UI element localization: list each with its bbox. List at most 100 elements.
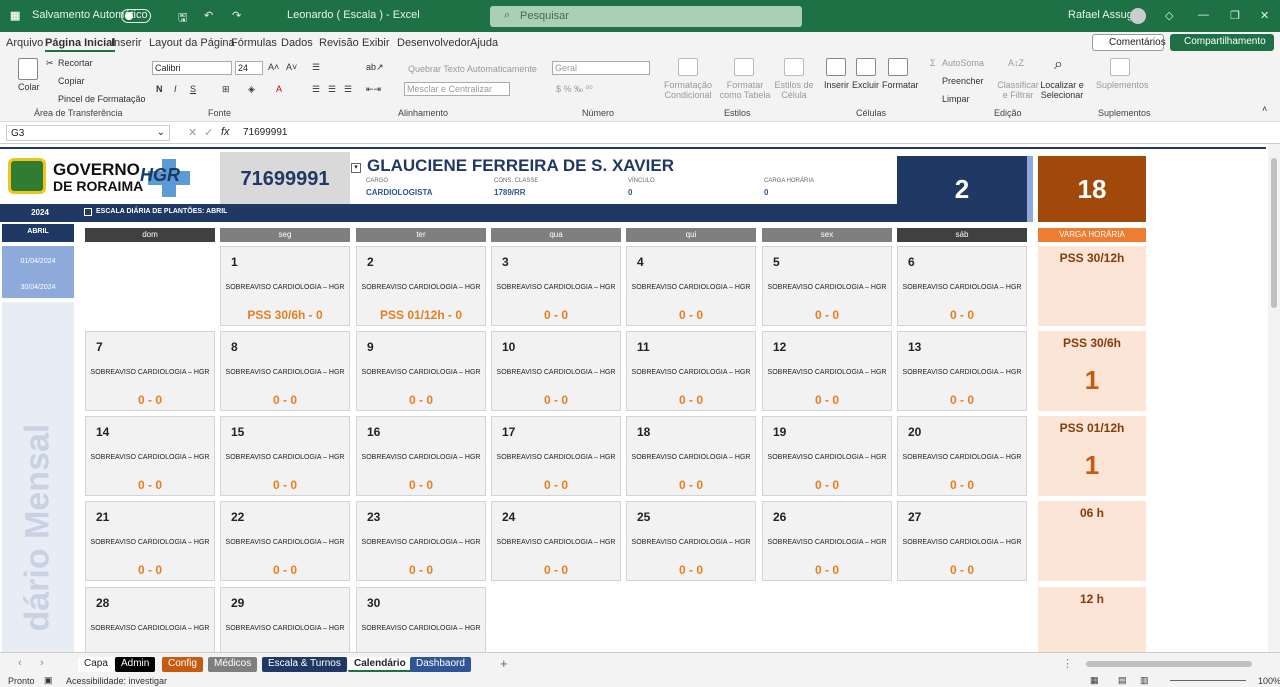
cancel-icon[interactable]: ✕ [188,126,197,139]
wrap-text-button[interactable]: Quebrar Texto Automaticamente [408,64,537,74]
calendar-day-cell[interactable]: 24 SOBREAVISO CARDIOLOGIA – HGR 0 - 0 [491,501,621,581]
undo-icon[interactable]: ↶ [204,9,213,22]
calendar-day-cell[interactable]: 7 SOBREAVISO CARDIOLOGIA – HGR 0 - 0 [85,331,215,411]
menu-arquivo[interactable]: Arquivo [6,37,43,49]
sort-filter-button[interactable]: Classificar e Filtrar [996,80,1040,100]
calendar-day-cell[interactable]: 13 SOBREAVISO CARDIOLOGIA – HGR 0 - 0 [897,331,1027,411]
zoom-slider[interactable] [1170,680,1246,681]
sheet-tab[interactable]: Médicos [208,657,258,672]
copy-button[interactable]: Copiar [58,76,85,86]
calendar-day-cell[interactable]: 29 SOBREAVISO CARDIOLOGIA – HGR [220,587,350,652]
next-sheet-icon[interactable]: › [40,657,44,669]
add-sheet-icon[interactable]: + [500,656,508,671]
conditional-format-button[interactable]: Formatação Condicional [662,80,714,100]
format-cells-button[interactable]: Formatar [882,80,919,90]
worksheet[interactable]: GOVERNO DE RORAIMA HGR 71699991 ▾ GLAUCI… [0,144,1268,652]
fill-color-icon[interactable]: ◈ [248,84,255,95]
sheet-tab[interactable]: Escala & Turnos [262,657,347,672]
dropdown-arrow-icon[interactable]: ▾ [351,163,361,173]
more-options-icon[interactable]: ⋮ [1062,657,1073,670]
cut-button[interactable]: Recortar [58,58,93,68]
calendar-day-cell[interactable]: 12 SOBREAVISO CARDIOLOGIA – HGR 0 - 0 [762,331,892,411]
calendar-day-cell[interactable]: 10 SOBREAVISO CARDIOLOGIA – HGR 0 - 0 [491,331,621,411]
calendar-day-cell[interactable]: 5 SOBREAVISO CARDIOLOGIA – HGR 0 - 0 [762,246,892,326]
zoom-level[interactable]: 100% [1258,676,1280,686]
insert-cells-button[interactable]: Inserir [824,80,849,90]
sheet-tab[interactable]: Calendário [348,657,412,672]
conditional-format-icon[interactable] [678,58,698,76]
align-right-icon[interactable]: ☰ [344,84,352,95]
menu-pagina-inicial[interactable]: Página Inicial [45,37,116,52]
merge-center-button[interactable]: Mesclar e Centralizar [404,82,510,96]
align-top-icon[interactable]: ☰ [312,62,320,73]
align-left-icon[interactable]: ☰ [312,84,320,95]
calendar-day-cell[interactable]: 20 SOBREAVISO CARDIOLOGIA – HGR 0 - 0 [897,416,1027,496]
prev-sheet-icon[interactable]: ‹ [18,657,22,669]
cell-styles-icon[interactable] [784,58,804,76]
menu-dados[interactable]: Dados [281,37,313,49]
format-painter-button[interactable]: Pincel de Formatação [58,94,146,104]
italic-icon[interactable]: I [174,84,177,94]
clear-button[interactable]: Limpar [942,94,970,104]
sheet-tab[interactable]: Config [162,657,203,672]
horizontal-scrollbar[interactable] [1086,661,1252,667]
normal-view-icon[interactable]: ▦ [1090,675,1099,686]
font-size-select[interactable]: 24 [235,61,263,75]
shrink-font-icon[interactable]: A˅ [286,62,297,72]
menu-ajuda[interactable]: Ajuda [470,37,498,49]
calendar-day-cell[interactable]: 9 SOBREAVISO CARDIOLOGIA – HGR 0 - 0 [356,331,486,411]
calendar-day-cell[interactable]: 25 SOBREAVISO CARDIOLOGIA – HGR 0 - 0 [626,501,756,581]
addins-button[interactable]: Suplementos [1096,80,1149,90]
sigma-icon[interactable]: Σ [930,58,936,68]
calendar-day-cell[interactable]: 2 SOBREAVISO CARDIOLOGIA – HGR PSS 01/12h … [356,246,486,326]
borders-icon[interactable]: ⊞ [222,84,230,95]
addins-icon[interactable] [1110,58,1130,76]
calendar-day-cell[interactable]: 4 SOBREAVISO CARDIOLOGIA – HGR 0 - 0 [626,246,756,326]
formula-input[interactable]: 71699991 [243,127,288,138]
calendar-day-cell[interactable]: 15 SOBREAVISO CARDIOLOGIA – HGR 0 - 0 [220,416,350,496]
calendar-day-cell[interactable]: 28 SOBREAVISO CARDIOLOGIA – HGR [85,587,215,652]
vertical-scrollbar[interactable] [1268,144,1280,652]
menu-layout[interactable]: Layout da Página [149,37,235,49]
calendar-day-cell[interactable]: 1 SOBREAVISO CARDIOLOGIA – HGR PSS 30/6h -… [220,246,350,326]
delete-cells-button[interactable]: Excluir [852,80,879,90]
calendar-day-cell[interactable]: 23 SOBREAVISO CARDIOLOGIA – HGR 0 - 0 [356,501,486,581]
orientation-icon[interactable]: ab↗ [366,62,384,73]
calendar-day-cell[interactable]: 11 SOBREAVISO CARDIOLOGIA – HGR 0 - 0 [626,331,756,411]
scroll-thumb[interactable] [1271,158,1277,308]
align-center-icon[interactable]: ☰ [328,84,336,95]
menu-formulas[interactable]: Fórmulas [231,37,277,49]
calendar-day-cell[interactable]: 30 SOBREAVISO CARDIOLOGIA – HGR [356,587,486,652]
redo-icon[interactable]: ↷ [232,9,241,22]
currency-icon[interactable]: $ % ‰ ⁰⁰ [556,84,593,95]
macro-icon[interactable]: ▣ [44,675,53,686]
calendar-day-cell[interactable]: 19 SOBREAVISO CARDIOLOGIA – HGR 0 - 0 [762,416,892,496]
font-name-select[interactable]: Calibri [152,61,232,75]
find-icon[interactable]: ⌕ [1054,56,1063,74]
page-break-icon[interactable]: ▥ [1140,675,1149,686]
calendar-day-cell[interactable]: 21 SOBREAVISO CARDIOLOGIA – HGR 0 - 0 [85,501,215,581]
find-select-button[interactable]: Localizar e Selecionar [1038,80,1086,100]
share-button[interactable]: Compartilhamento [1170,34,1274,51]
cell-styles-button[interactable]: Estilos de Célula [774,80,814,100]
page-layout-icon[interactable]: ▤ [1118,675,1127,686]
menu-revisao[interactable]: Revisão [319,37,359,49]
calendar-day-cell[interactable]: 6 SOBREAVISO CARDIOLOGIA – HGR 0 - 0 [897,246,1027,326]
scissors-icon[interactable]: ✂ [46,58,54,69]
name-box[interactable]: G3 ⌄ [6,125,170,141]
font-color-icon[interactable]: A [276,84,282,94]
save-icon[interactable]: 🖫 [178,9,187,28]
format-table-button[interactable]: Formatar como Tabela [716,80,774,100]
calendar-day-cell[interactable]: 3 SOBREAVISO CARDIOLOGIA – HGR 0 - 0 [491,246,621,326]
sheet-tab[interactable]: Admin [115,657,156,672]
sheet-tab[interactable]: Capa [78,657,114,672]
menu-desenvolvedor[interactable]: Desenvolvedor [397,37,470,49]
calendar-day-cell[interactable]: 8 SOBREAVISO CARDIOLOGIA – HGR 0 - 0 [220,331,350,411]
format-table-icon[interactable] [734,58,754,76]
calendar-day-cell[interactable]: 14 SOBREAVISO CARDIOLOGIA – HGR 0 - 0 [85,416,215,496]
search-input[interactable]: ⌕ Pesquisar [490,6,802,27]
calendar-day-cell[interactable]: 27 SOBREAVISO CARDIOLOGIA – HGR 0 - 0 [897,501,1027,581]
format-cells-icon[interactable] [888,58,908,76]
calendar-day-cell[interactable]: 17 SOBREAVISO CARDIOLOGIA – HGR 0 - 0 [491,416,621,496]
collapse-ribbon-icon[interactable]: ˄ [1262,104,1267,114]
